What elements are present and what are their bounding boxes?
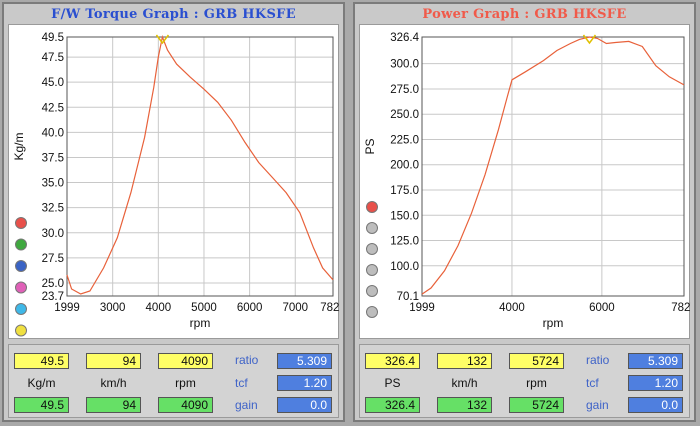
power-y-tick-label: 250.0 [390,109,419,121]
power-readout-panel: 326.4 132 5724 PS km/h rpm 326.4 132 572… [359,344,690,418]
torque-x-tick-label: 6000 [237,302,263,314]
ratio-field[interactable]: 5.309 [628,353,683,369]
torque-plot-frame [66,36,334,297]
speed-unit-label: km/h [451,376,478,390]
power-channel-indicator[interactable] [366,201,378,213]
torque-y-tick-label: 32.5 [42,203,64,215]
speed-value-bottom: 94 [86,397,141,413]
torque-channel-indicator[interactable] [15,260,27,272]
rpm-value-bottom: 4090 [158,397,213,413]
torque-channel-indicator[interactable] [15,281,27,294]
torque-y-axis-label: Kg/m [12,132,26,160]
power-y-axis-label: PS [363,138,377,154]
torque-y-tick-label: 45.0 [42,77,64,89]
power-channel-indicator[interactable] [366,264,378,276]
power-chart: 326.4 300.0 275.0 250.0 225.0 200.0 175.0 150.0… [363,32,691,330]
torque-y-tick-label: 30.0 [42,228,64,240]
speed-value-top: 132 [437,353,492,369]
torque-value-top: 49.5 [14,353,69,369]
torque-chart: 49.5 47.5 45.0 42.5 40.0 37.5 35.0 32.5 30.0 27.5… [12,32,340,337]
power-channel-indicator[interactable] [366,243,378,255]
torque-x-tick-label: 7000 [282,302,308,314]
torque-x-tick-label: 5000 [191,302,217,314]
rpm-unit-label: rpm [526,376,547,390]
power-graph-title: Power Graph : GRB HKSFE [422,7,627,22]
torque-y-tick-label: 27.5 [42,253,64,265]
gain-label: gain [235,398,258,412]
ratio-label: ratio [586,353,610,367]
power-panel: Power Graph : GRB HKSFE 326.4 300.0 275.0 2… [353,2,696,422]
torque-x-axis-label: rpm [190,316,211,330]
power-y-tick-label: 125.0 [390,236,419,248]
rpm-unit-label: rpm [175,376,196,390]
power-y-tick-label: 275.0 [390,84,419,96]
torque-panel: F/W Torque Graph : GRB HKSFE 49.5 47.5 45.… [2,2,345,422]
power-series-line [421,36,685,295]
power-plot-frame [421,36,685,297]
torque-x-tick-label: 3000 [100,302,126,314]
torque-y-tick-label: 49.5 [42,32,64,44]
power-x-tick-label: 4000 [499,302,525,314]
power-y-tick-label: 225.0 [390,134,419,146]
rpm-value-top: 5724 [509,353,564,369]
torque-x-tick-label: 1999 [54,302,80,314]
power-channel-indicator[interactable] [366,306,378,318]
power-y-tick-label: 175.0 [390,185,419,197]
torque-chart-area: 49.5 47.5 45.0 42.5 40.0 37.5 35.0 32.5 30.0 27.5… [8,24,340,339]
torque-y-tick-label: 37.5 [42,152,64,164]
gain-label: gain [586,398,609,412]
torque-y-tick-label: 40.0 [42,127,64,139]
power-x-tick-label: 1999 [409,302,435,314]
power-peak-marker [582,34,597,45]
ratio-field[interactable]: 5.309 [277,353,332,369]
power-x-axis-label: rpm [543,316,564,330]
rpm-value-top: 4090 [158,353,213,369]
torque-unit-label: Kg/m [27,376,56,390]
power-y-tick-label: 326.4 [390,32,419,44]
speed-value-top: 94 [86,353,141,369]
power-x-tick-label: 7827 [671,302,691,314]
speed-value-bottom: 132 [437,397,492,413]
tcf-label: tcf [235,376,248,390]
torque-channel-indicator[interactable] [15,238,27,251]
torque-y-tick-label: 47.5 [42,52,64,64]
power-unit-label: PS [384,376,401,390]
speed-unit-label: km/h [100,376,127,390]
power-chart-area: 326.4 300.0 275.0 250.0 225.0 200.0 175.0 150.0… [359,24,691,339]
power-y-tick-label: 150.0 [390,210,419,222]
rpm-value-bottom: 5724 [509,397,564,413]
torque-value-bottom: 49.5 [14,397,69,413]
power-value-bottom: 326.4 [365,397,420,413]
torque-x-tick-label: 4000 [146,302,172,314]
power-y-tick-label: 100.0 [390,261,419,273]
gain-field[interactable]: 0.0 [628,397,683,413]
torque-channel-indicator[interactable] [15,217,27,229]
torque-y-tick-label: 35.0 [42,178,64,190]
power-channel-indicator[interactable] [366,222,378,234]
power-channel-indicator[interactable] [366,285,378,297]
torque-x-tick-label: 7827 [320,302,340,314]
tcf-label: tcf [586,376,599,390]
power-y-tick-label: 200.0 [390,160,419,172]
power-value-top: 326.4 [365,353,420,369]
tcf-field[interactable]: 1.20 [628,375,683,391]
power-x-tick-label: 6000 [589,302,615,314]
tcf-field[interactable]: 1.20 [277,375,332,391]
torque-y-tick-label: 25.0 [42,278,64,290]
ratio-label: ratio [235,353,259,367]
torque-series-line [66,34,334,295]
torque-channel-indicator[interactable] [15,303,27,315]
power-y-tick-label: 300.0 [390,59,419,71]
torque-readout-panel: 49.5 94 4090 Kg/m km/h rpm 49.5 94 4090 … [8,344,339,418]
gain-field[interactable]: 0.0 [277,397,332,413]
torque-graph-title: F/W Torque Graph : GRB HKSFE [51,7,296,22]
torque-y-tick-label: 42.5 [42,102,64,114]
torque-channel-indicator[interactable] [15,324,27,337]
